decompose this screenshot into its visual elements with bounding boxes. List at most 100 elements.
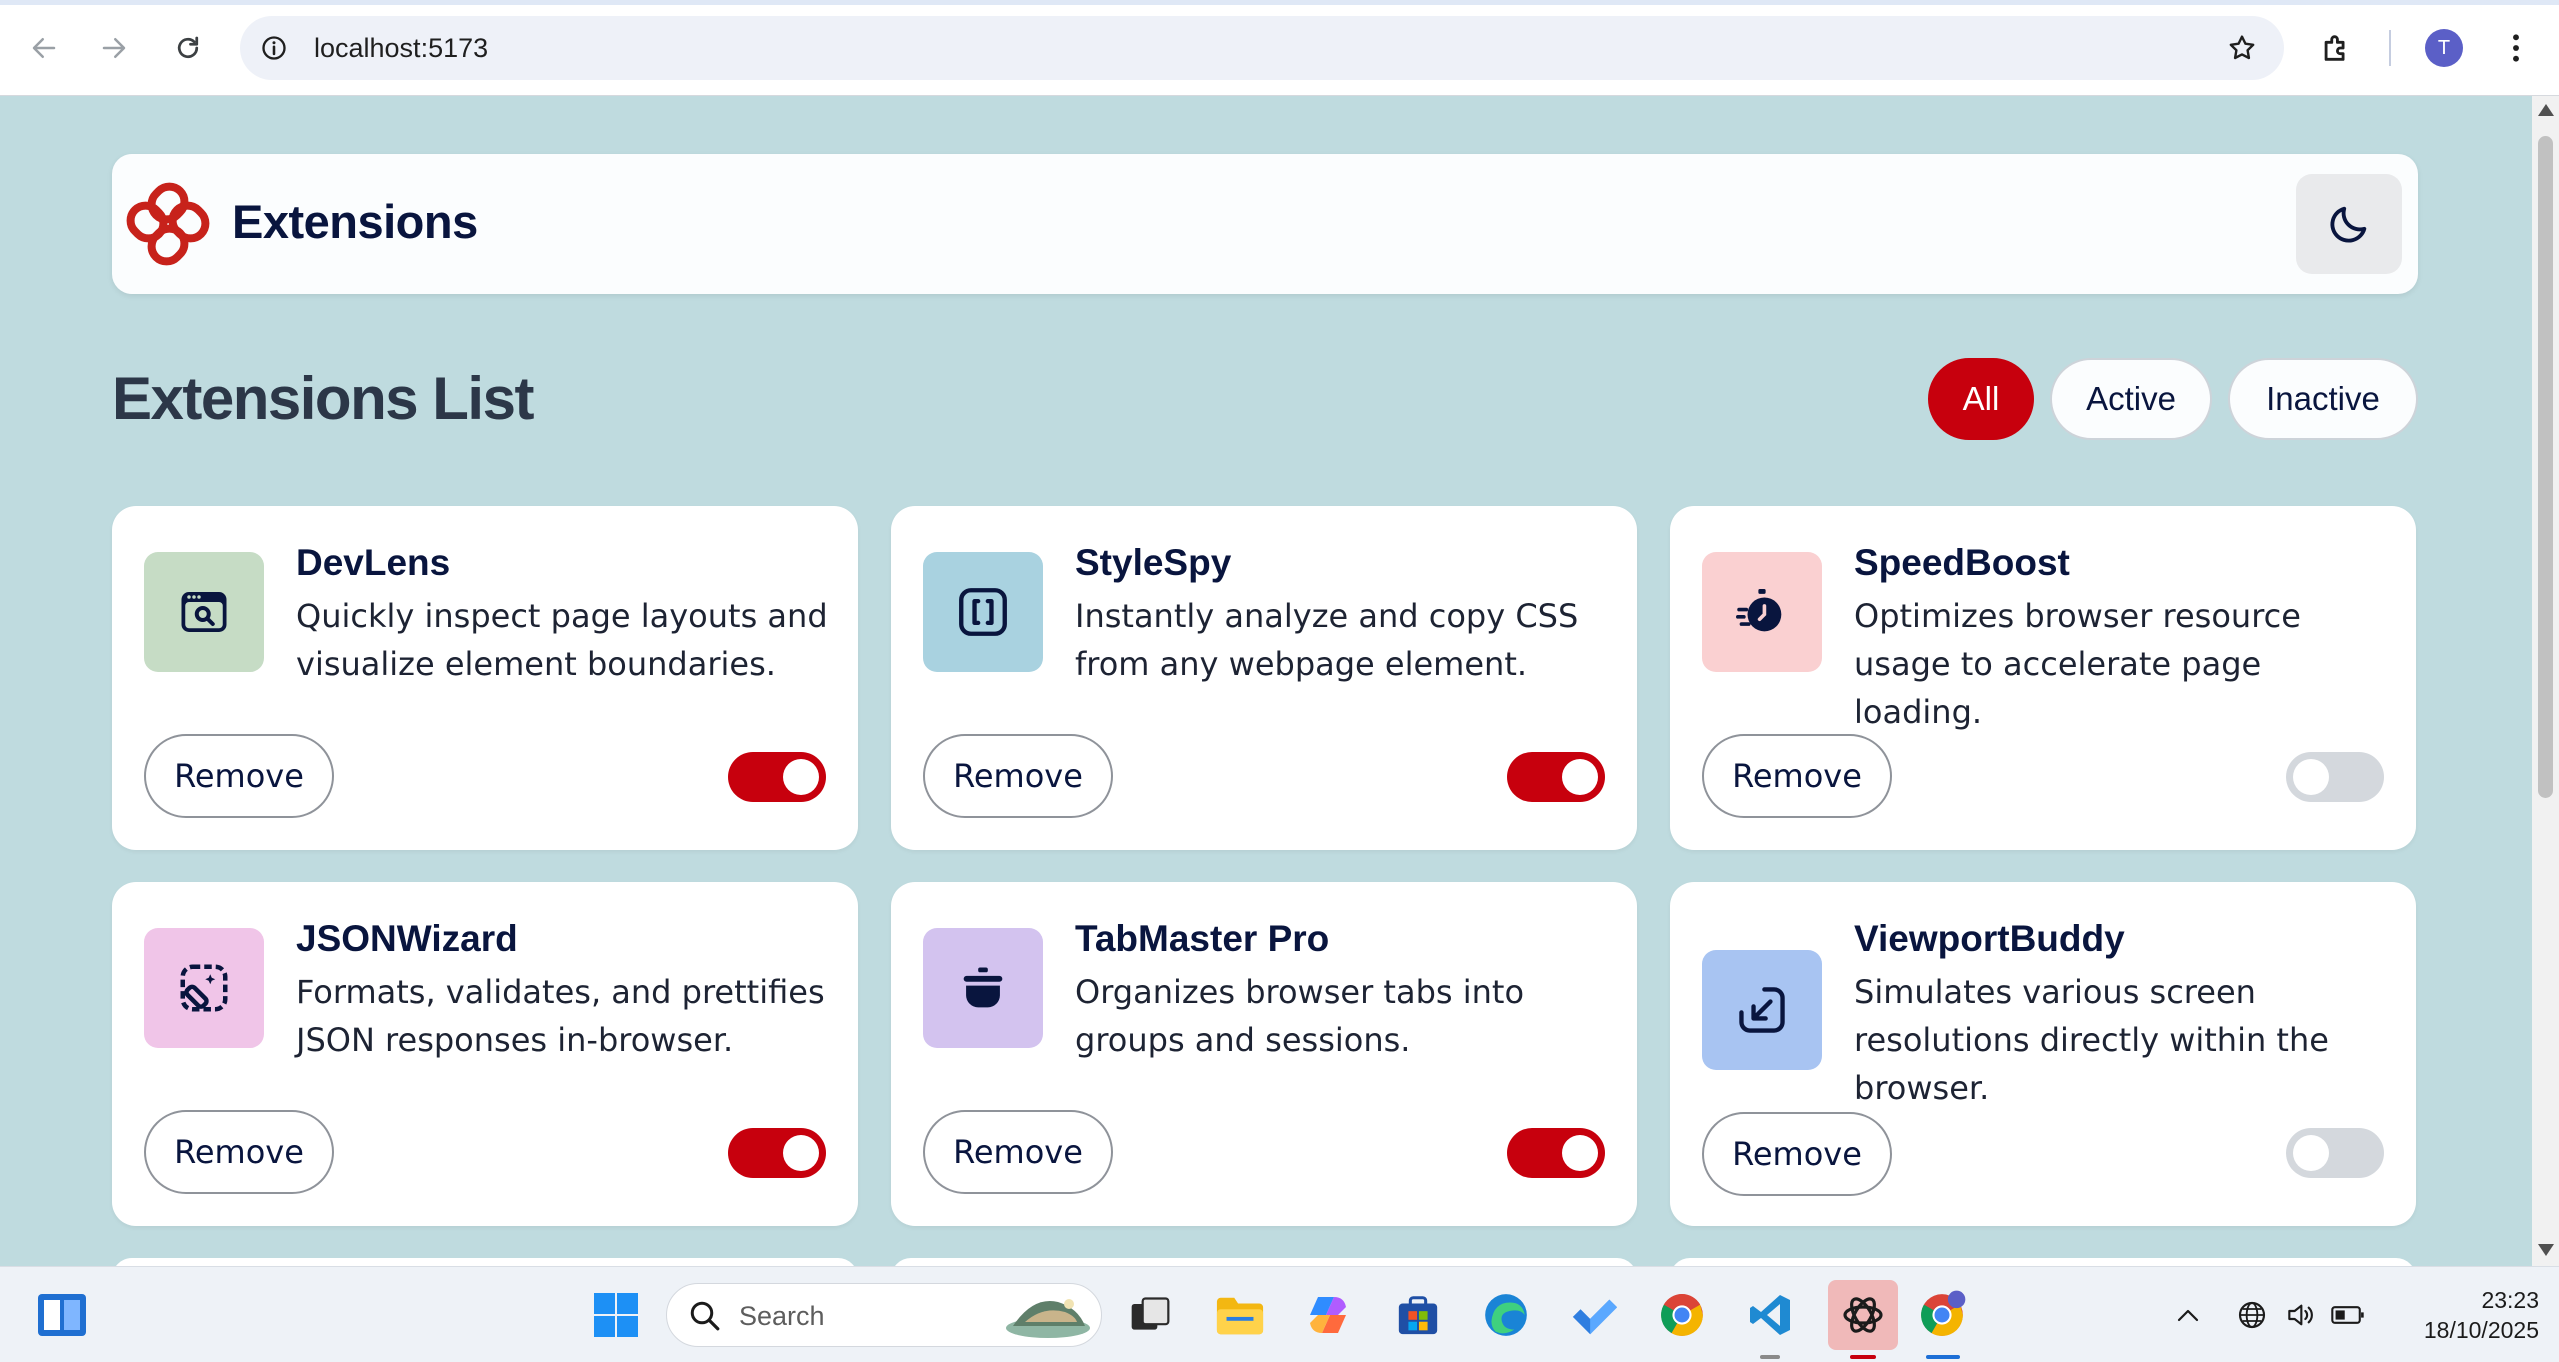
remove-button[interactable]: Remove (1702, 1112, 1892, 1196)
toolbar-separator (2389, 30, 2391, 66)
copilot-icon (1310, 1297, 1346, 1333)
checkmark-icon (1572, 1299, 1618, 1335)
edge-browser-button[interactable] (1478, 1287, 1534, 1343)
address-bar-url[interactable]: localhost:5173 (314, 33, 488, 64)
extension-card-tabmaster-pro: TabMaster Pro Organizes browser tabs int… (891, 882, 1637, 1226)
scroll-down-arrow-icon[interactable] (2538, 1244, 2554, 1256)
page-viewport: Extensions Extensions List All Active In… (0, 96, 2532, 1266)
speedboost-stopwatch-icon (1736, 589, 1782, 632)
search-highlight-landscape-icon (1006, 1299, 1090, 1338)
search-icon (690, 1301, 720, 1331)
toggle-knob (1562, 759, 1598, 795)
address-bar[interactable]: localhost:5173 (240, 16, 2284, 80)
toggle-knob (783, 1135, 819, 1171)
microsoft-store-button[interactable] (1390, 1287, 1446, 1343)
chatgpt-button[interactable] (1828, 1280, 1898, 1350)
devlens-icon-tile (144, 552, 264, 672)
edge-icon (1485, 1294, 1527, 1336)
volume-button[interactable] (2280, 1289, 2320, 1341)
toggle-knob (1562, 1135, 1598, 1171)
battery-icon (2331, 1306, 2364, 1324)
site-info-icon[interactable] (256, 30, 292, 66)
store-bag-icon (1398, 1296, 1438, 1335)
chrome-icon (1661, 1294, 1703, 1336)
stylespy-icon-tile (923, 552, 1043, 672)
remove-button[interactable]: Remove (1702, 734, 1892, 818)
browser-menu-button[interactable] (2490, 22, 2542, 74)
vscode-running-indicator (1760, 1355, 1780, 1359)
extension-toggle[interactable] (728, 752, 826, 802)
extension-name: TabMaster Pro (1075, 918, 1330, 959)
extension-description: Quickly inspect page layouts and visuali… (296, 597, 828, 683)
extension-description: Optimizes browser resource usage to acce… (1854, 597, 2301, 731)
remove-button[interactable]: Remove (144, 1110, 334, 1194)
extension-card-stylespy: StyleSpy Instantly analyze and copy CSS … (891, 506, 1637, 850)
show-hidden-icons-button[interactable] (2170, 1289, 2206, 1341)
extension-description: Simulates various screen resolutions dir… (1854, 973, 2329, 1107)
chrome-profile-button[interactable] (1914, 1287, 1970, 1343)
stylespy-brackets-icon (959, 588, 1007, 636)
kebab-menu-icon (2513, 34, 2519, 62)
remove-button[interactable]: Remove (923, 1110, 1113, 1194)
browser-toolbar: localhost:5173 T (0, 0, 2559, 96)
todo-button[interactable] (1566, 1287, 1622, 1343)
filter-all-button[interactable]: All (1928, 358, 2034, 440)
windows-logo-icon (594, 1293, 638, 1337)
scrollbar-thumb[interactable] (2538, 136, 2553, 798)
extension-card-viewportbuddy: ViewportBuddy Simulates various screen r… (1670, 882, 2416, 1226)
bookmark-star-icon[interactable] (2222, 28, 2262, 68)
profile-button[interactable]: T (2418, 22, 2470, 74)
taskbar-clock[interactable]: 23:23 18/10/2025 (2424, 1285, 2539, 1345)
task-view-icon (1131, 1297, 1170, 1330)
extension-card-speedboost: SpeedBoost Optimizes browser resource us… (1670, 506, 2416, 850)
page-scrollbar[interactable] (2532, 96, 2559, 1266)
extension-card-partial (891, 1258, 1637, 1266)
start-button[interactable] (588, 1287, 644, 1343)
remove-button[interactable]: Remove (144, 734, 334, 818)
copilot-button[interactable] (1300, 1287, 1356, 1343)
forward-button[interactable] (88, 22, 140, 74)
chrome-profile-icon (1921, 1290, 1966, 1336)
file-explorer-button[interactable] (1212, 1287, 1268, 1343)
taskbar-search-placeholder[interactable]: Search (739, 1301, 825, 1332)
reload-button[interactable] (162, 22, 214, 74)
extension-toggle[interactable] (2286, 1128, 2384, 1178)
jsonwizard-icon-tile (144, 928, 264, 1048)
folder-icon (1216, 1297, 1264, 1335)
extension-toggle[interactable] (2286, 752, 2384, 802)
toggle-knob (783, 759, 819, 795)
tab-strip-edge (0, 0, 2559, 5)
extension-card-jsonwizard: JSONWizard Formats, validates, and prett… (112, 882, 858, 1226)
chrome-running-indicator (1926, 1355, 1960, 1359)
remove-button[interactable]: Remove (923, 734, 1113, 818)
arrow-right-icon (102, 38, 126, 58)
filter-active-button[interactable]: Active (2050, 358, 2212, 440)
extension-name: StyleSpy (1075, 542, 1232, 583)
widgets-button[interactable] (34, 1287, 90, 1343)
windows-taskbar: Search 23:23 18/10/2025 (0, 1266, 2559, 1362)
network-button[interactable] (2232, 1289, 2272, 1341)
extension-card-partial (1670, 1258, 2416, 1266)
vscode-button[interactable] (1742, 1287, 1798, 1343)
scroll-up-arrow-icon[interactable] (2538, 104, 2554, 116)
extension-name: DevLens (296, 542, 451, 583)
filter-inactive-button[interactable]: Inactive (2228, 358, 2418, 440)
extension-toggle[interactable] (728, 1128, 826, 1178)
clock-time: 23:23 (2481, 1287, 2539, 1313)
extension-description: Formats, validates, and prettifies JSON … (296, 973, 825, 1059)
chrome-button[interactable] (1654, 1287, 1710, 1343)
extension-toggle[interactable] (1507, 1128, 1605, 1178)
arrow-left-icon (32, 38, 56, 58)
back-button[interactable] (18, 22, 70, 74)
toggle-knob (2293, 759, 2329, 795)
taskbar-search-box[interactable]: Search (666, 1283, 1102, 1347)
reload-icon (177, 36, 199, 59)
theme-toggle-button[interactable] (2296, 174, 2402, 274)
extensions-puzzle-button[interactable] (2310, 22, 2362, 74)
task-view-button[interactable] (1122, 1287, 1178, 1343)
viewportbuddy-resize-icon (1739, 987, 1785, 1033)
extension-toggle[interactable] (1507, 752, 1605, 802)
battery-button[interactable] (2328, 1289, 2368, 1341)
profile-avatar: T (2425, 29, 2463, 67)
extension-card-devlens: DevLens Quickly inspect page layouts and… (112, 506, 858, 850)
